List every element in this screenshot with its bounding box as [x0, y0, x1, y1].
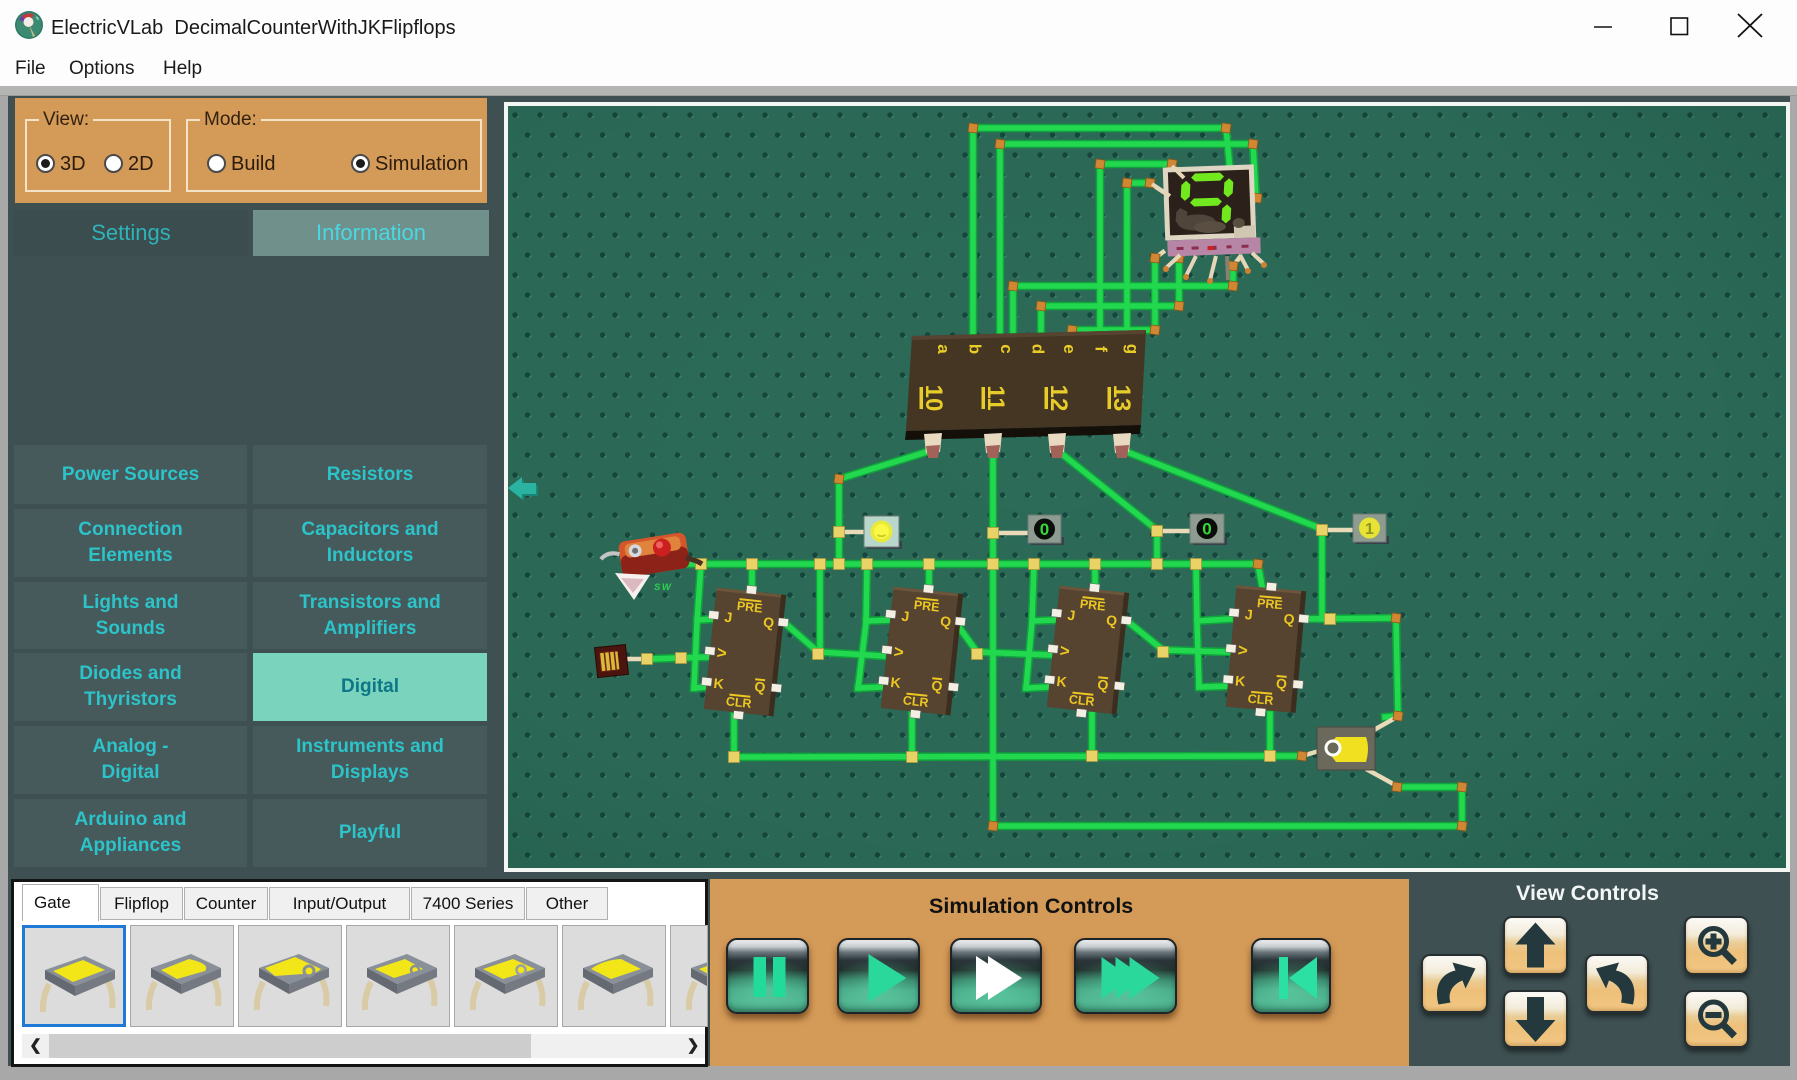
svg-text:K: K [1056, 673, 1068, 690]
svg-text:J: J [1244, 606, 1253, 623]
svg-text:b: b [966, 344, 985, 354]
svg-text:12: 12 [1045, 385, 1072, 412]
svg-text:11: 11 [982, 385, 1009, 410]
svg-text:K: K [890, 674, 902, 691]
svg-text:>: > [1237, 641, 1249, 661]
svg-text:f: f [1092, 346, 1111, 352]
svg-text:a: a [934, 344, 953, 354]
svg-text:0: 0 [1202, 520, 1211, 539]
svg-text:>: > [1059, 641, 1071, 661]
svg-text:Q: Q [939, 613, 952, 630]
svg-text:13: 13 [1108, 385, 1135, 412]
svg-text:J: J [1067, 607, 1076, 624]
svg-text:SW: SW [654, 582, 672, 593]
svg-text:1: 1 [1365, 521, 1374, 538]
svg-text:>: > [716, 643, 728, 663]
svg-text:e: e [1060, 344, 1079, 353]
svg-text:d: d [1029, 344, 1048, 354]
svg-text:K: K [1234, 672, 1245, 689]
svg-text:>: > [893, 642, 905, 662]
svg-text:0: 0 [1040, 520, 1049, 539]
svg-text:c: c [997, 344, 1016, 353]
svg-text:Q: Q [1283, 610, 1295, 627]
svg-text:J: J [724, 609, 733, 626]
svg-text:Q: Q [1105, 612, 1118, 629]
svg-text:g: g [1123, 344, 1142, 354]
svg-text:Q: Q [762, 614, 775, 631]
svg-text:K: K [713, 675, 725, 692]
svg-text:J: J [901, 608, 910, 625]
svg-text:10: 10 [920, 385, 947, 412]
